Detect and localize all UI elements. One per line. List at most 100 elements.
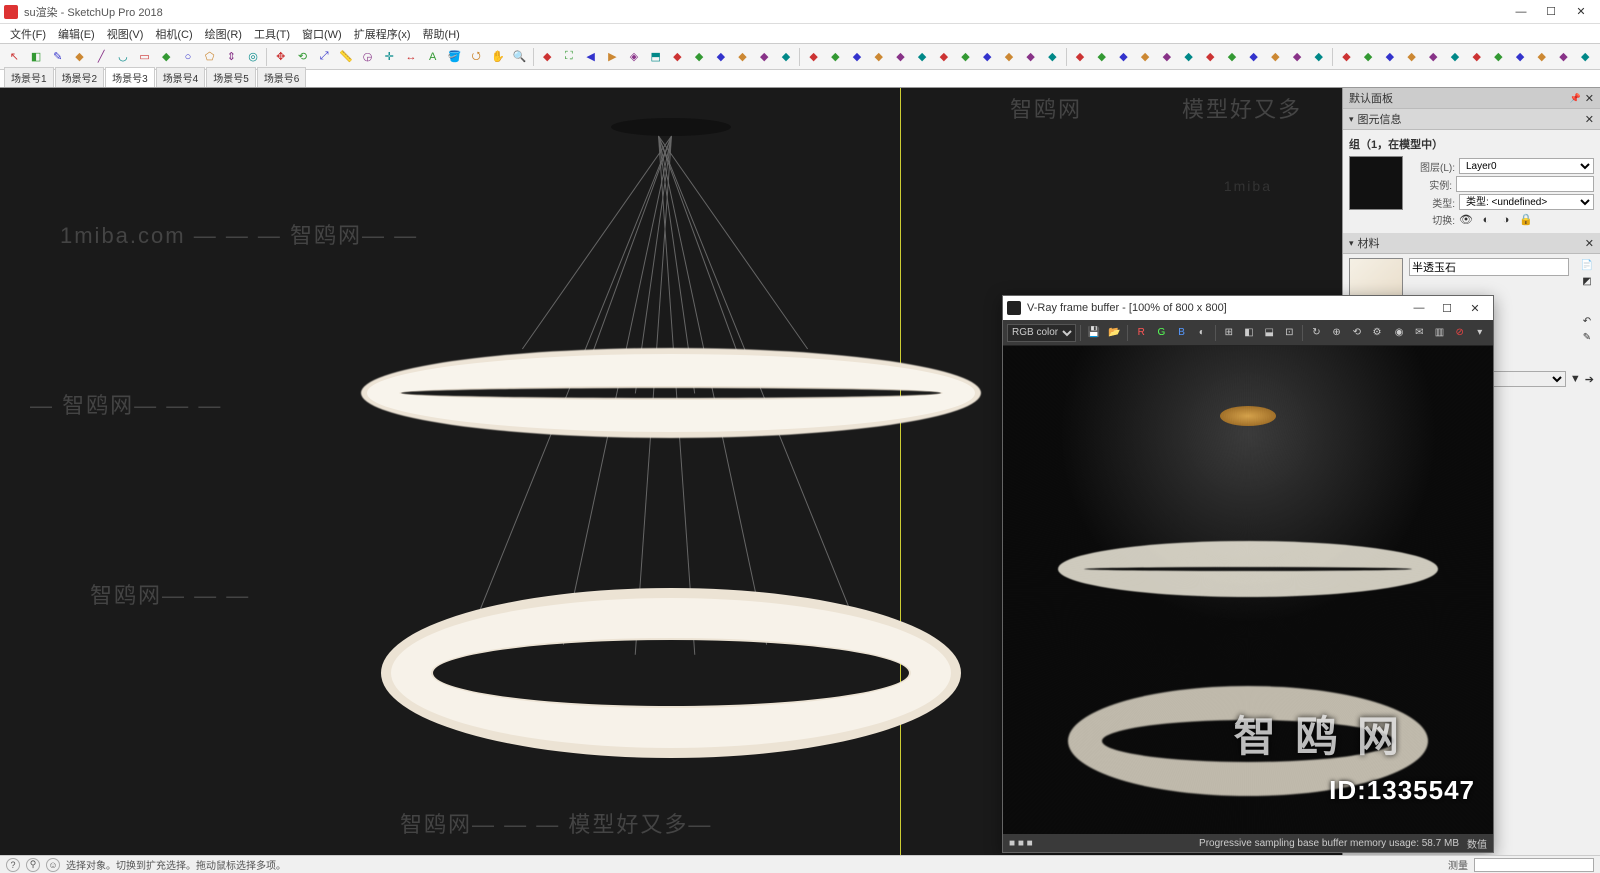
vfb-tool-icon[interactable]: ⊡ [1280,323,1298,343]
toolbar-ext6[interactable]: ◆ [1445,46,1466,67]
entity-info-header[interactable]: ▾ 图元信息 ✕ [1343,109,1600,130]
scene-tab-2[interactable]: 场景号2 [55,67,105,87]
edit-icon[interactable]: ✎ [1580,330,1594,344]
toolbar-ext5[interactable]: ◆ [1423,46,1444,67]
vray-frame-buffer-window[interactable]: V-Ray frame buffer - [100% of 800 x 800]… [1002,295,1494,853]
vfb-tool-icon[interactable]: ⟲ [1348,323,1366,343]
toolbar-ext8[interactable]: ◆ [1488,46,1509,67]
toolbar-ext3[interactable]: ◆ [1380,46,1401,67]
vfb-mono-icon[interactable]: ◐ [1193,323,1211,343]
toolbar-rect-dd[interactable]: ◆ [156,46,177,67]
vfb-r-channel[interactable]: R [1132,323,1150,343]
toolbar-vray-b[interactable]: ◆ [1070,46,1091,67]
toolbar-fog[interactable]: ◆ [1222,46,1243,67]
toolbar-dimension[interactable]: ↔ [401,46,422,67]
toolbar-eraser[interactable]: ◧ [26,46,47,67]
scene-tab-3[interactable]: 场景号3 [105,67,155,87]
toolbar-soft[interactable]: ◆ [1308,46,1329,67]
back-icon[interactable]: ↶ [1580,314,1594,328]
toolbar-zoom[interactable]: 🔍 [509,46,530,67]
toolbar-paint[interactable]: 🪣 [444,46,465,67]
eye-icon[interactable]: 👁 [1459,213,1473,227]
toolbar-vray-ies[interactable]: ◆ [890,46,911,67]
collapse-icon[interactable]: ▾ [1349,238,1354,249]
menu-file[interactable]: 文件(F) [4,26,52,42]
vfb-tool-icon[interactable]: ⊕ [1328,323,1346,343]
toolbar-iso[interactable]: ◈ [624,46,645,67]
vfb-dropdown-icon[interactable]: ▾ [1471,323,1489,343]
toolbar-next[interactable]: ▶ [602,46,623,67]
toolbar-vray-cloud[interactable]: ◆ [710,46,731,67]
vfb-tool-icon[interactable]: ⬓ [1260,323,1278,343]
menu-tools[interactable]: 工具(T) [248,26,296,42]
menu-extensions[interactable]: 扩展程序(x) [348,26,417,42]
scene-tab-1[interactable]: 场景号1 [4,67,54,87]
vfb-channel-select[interactable]: RGB color [1007,324,1076,342]
toolbar-vray-inf[interactable]: ◆ [999,46,1020,67]
toolbar-vray-clip[interactable]: ◆ [955,46,976,67]
toolbar-layers[interactable]: ◆ [1135,46,1156,67]
minimize-button[interactable]: — [1506,2,1536,22]
toolbar-pencil[interactable]: ✎ [47,46,68,67]
menu-window[interactable]: 窗口(W) [296,26,348,42]
toolbar-ext12[interactable]: ◆ [1575,46,1596,67]
vfb-close-button[interactable]: ✕ [1461,298,1489,318]
toolbar-vray-fur[interactable]: ◆ [933,46,954,67]
toolbar-axes[interactable]: ✛ [379,46,400,67]
toolbar-vray-dd2[interactable]: ◆ [1020,46,1041,67]
toolbar-vray-rect[interactable]: ◆ [803,46,824,67]
user-icon[interactable]: ☺ [46,858,60,872]
toolbar-circle[interactable]: ○ [178,46,199,67]
vfb-maximize-button[interactable]: ☐ [1433,298,1461,318]
toolbar-vray-light[interactable]: ◆ [776,46,797,67]
toolbar-ext1[interactable]: ◆ [1336,46,1357,67]
vfb-load-icon[interactable]: 📂 [1105,323,1123,343]
dropdown-icon[interactable]: ▼ [1570,373,1581,385]
vfb-stop-icon[interactable]: ⊘ [1451,323,1469,343]
menu-edit[interactable]: 编辑(E) [52,26,101,42]
toolbar-outliner[interactable]: ◆ [1157,46,1178,67]
toolbar-select[interactable]: ↖ [4,46,25,67]
default-material-icon[interactable]: ◩ [1580,274,1594,288]
vfb-tool-icon[interactable]: ◧ [1240,323,1258,343]
geo-icon[interactable]: ⚲ [26,858,40,872]
measure-input[interactable] [1474,858,1594,872]
vfb-tool-icon[interactable]: ▥ [1430,323,1448,343]
tray-title[interactable]: 默认面板 📌 ✕ [1343,88,1600,109]
toolbar-line[interactable]: ╱ [91,46,112,67]
type-select[interactable]: 类型: <undefined> [1459,194,1594,210]
scene-tab-5[interactable]: 场景号5 [206,67,256,87]
entity-swatch[interactable] [1349,156,1403,210]
vfb-tool-icon[interactable]: ◉ [1390,323,1408,343]
toolbar-vray-logo[interactable]: ◆ [667,46,688,67]
scene-tab-6[interactable]: 场景号6 [257,67,307,87]
toolbar-pencil-dd[interactable]: ◆ [69,46,90,67]
material-name-input[interactable] [1409,258,1569,276]
pin-icon[interactable]: 📌 [1570,93,1581,104]
toolbar-mat[interactable]: ◆ [1265,46,1286,67]
toolbar-pan[interactable]: ✋ [487,46,508,67]
toolbar-section[interactable]: ◆ [1113,46,1134,67]
toolbar-scale[interactable]: ⤢ [314,46,335,67]
vfb-tool-icon[interactable]: ⚙ [1368,323,1386,343]
menu-help[interactable]: 帮助(H) [417,26,466,42]
toolbar-ext9[interactable]: ◆ [1510,46,1531,67]
toolbar-comp[interactable]: ◆ [1287,46,1308,67]
toolbar-vray-sphere[interactable]: ◆ [689,46,710,67]
toolbar-move[interactable]: ✥ [270,46,291,67]
toolbar-vray-dd[interactable]: ◆ [732,46,753,67]
vfb-minimize-button[interactable]: — [1405,298,1433,318]
vfb-tool-icon[interactable]: ⊞ [1220,323,1238,343]
help-icon[interactable]: ? [6,858,20,872]
toolbar-ext11[interactable]: ◆ [1553,46,1574,67]
toolbar-rect[interactable]: ▭ [134,46,155,67]
recv-shadow-icon[interactable]: ◑ [1499,213,1513,227]
layer-select[interactable]: Layer0 [1459,158,1594,174]
toolbar-polygon[interactable]: ⬠ [199,46,220,67]
toolbar-ext2[interactable]: ◆ [1358,46,1379,67]
toolbar-vray-mesh[interactable]: ◆ [868,46,889,67]
toolbar-vray-dome[interactable]: ◆ [825,46,846,67]
toolbar-scenes[interactable]: ◆ [1178,46,1199,67]
vfb-save-icon[interactable]: 💾 [1085,323,1103,343]
toolbar-pushpull[interactable]: ⇕ [221,46,242,67]
